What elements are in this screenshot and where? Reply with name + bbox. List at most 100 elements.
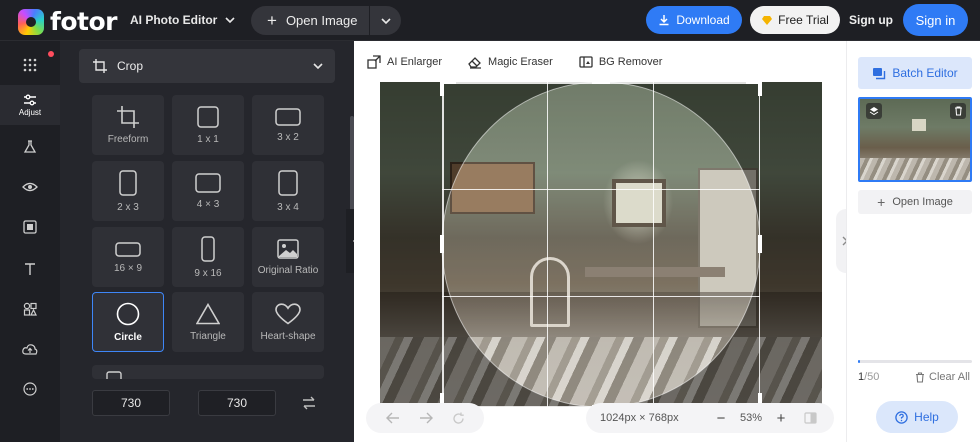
download-button[interactable]: Download bbox=[646, 6, 742, 34]
layers-button[interactable] bbox=[866, 103, 882, 119]
zoom-in-button[interactable]: + bbox=[770, 410, 792, 427]
image-count: 1/50 bbox=[858, 371, 879, 383]
plus-icon: + bbox=[267, 11, 277, 30]
landscape-rect-icon bbox=[195, 172, 221, 193]
preset-label: Original Ratio bbox=[257, 264, 319, 276]
preset-3x2[interactable]: 3 x 2 bbox=[252, 95, 324, 155]
help-button[interactable]: Help bbox=[876, 401, 958, 433]
open-image-dropdown[interactable] bbox=[370, 16, 401, 26]
square-icon bbox=[197, 105, 219, 128]
eraser-icon bbox=[468, 57, 482, 69]
rail-templates[interactable] bbox=[0, 47, 60, 83]
preset-9x16[interactable]: 9 x 16 bbox=[172, 227, 244, 287]
preset-freeform[interactable]: Freeform bbox=[92, 95, 164, 155]
clear-all-button[interactable]: Clear All bbox=[915, 371, 970, 383]
logo-text: fotor bbox=[50, 7, 118, 36]
preset-circle[interactable]: Circle bbox=[92, 292, 164, 352]
thumbnail-debris bbox=[860, 158, 970, 180]
crop-handle-right[interactable] bbox=[758, 235, 762, 253]
crop-handle-top-left[interactable] bbox=[440, 82, 444, 96]
help-icon bbox=[895, 410, 908, 424]
right-panel: Batch Editor + Open Image 1/50 Clear All… bbox=[846, 41, 980, 442]
magic-eraser-label: Magic Eraser bbox=[488, 56, 553, 68]
quick-tools: AI Enlarger Magic Eraser BG Remover bbox=[367, 55, 688, 69]
rail-more[interactable] bbox=[0, 371, 60, 407]
reset-icon[interactable] bbox=[452, 412, 465, 425]
preset-2x3[interactable]: 2 x 3 bbox=[92, 161, 164, 221]
crop-dropdown-label: Crop bbox=[117, 59, 144, 73]
image-thumbnail[interactable] bbox=[858, 97, 972, 182]
portrait-rect-icon bbox=[278, 169, 298, 196]
free-trial-button[interactable]: Free Trial bbox=[750, 6, 840, 34]
diamond-icon bbox=[762, 15, 773, 25]
open-image-button[interactable]: + Open Image bbox=[251, 6, 369, 35]
preset-1x1[interactable]: 1 x 1 bbox=[172, 95, 244, 155]
zoom-level[interactable]: 53% bbox=[732, 412, 770, 424]
trash-icon bbox=[916, 371, 924, 383]
rail-beauty[interactable] bbox=[0, 169, 60, 205]
wide-rect-icon bbox=[115, 241, 141, 257]
open-image-label: Open Image bbox=[285, 13, 358, 28]
text-icon bbox=[25, 263, 35, 275]
crop-width-input[interactable] bbox=[92, 390, 170, 416]
crop-handle-top[interactable] bbox=[592, 82, 610, 84]
magic-eraser-button[interactable]: Magic Eraser bbox=[468, 55, 553, 69]
rail-text[interactable] bbox=[0, 251, 60, 287]
sign-up-link[interactable]: Sign up bbox=[849, 13, 893, 27]
zoom-out-button[interactable]: − bbox=[710, 410, 732, 427]
layers-icon bbox=[869, 107, 879, 116]
ai-enlarger-button[interactable]: AI Enlarger bbox=[367, 55, 442, 69]
crop-dropdown[interactable]: Crop bbox=[79, 49, 335, 83]
photo-canvas[interactable] bbox=[380, 82, 822, 407]
fotor-logo-icon bbox=[18, 8, 44, 35]
help-label: Help bbox=[914, 410, 939, 424]
enlarge-icon bbox=[367, 55, 381, 69]
crop-handle-left[interactable] bbox=[440, 235, 444, 253]
sliders-icon bbox=[24, 94, 36, 105]
crop-frame[interactable] bbox=[440, 82, 762, 407]
compare-icon[interactable] bbox=[804, 412, 817, 424]
swap-icon[interactable] bbox=[302, 396, 316, 410]
batch-editor-label: Batch Editor bbox=[892, 66, 958, 80]
crop-grid-line bbox=[442, 296, 760, 297]
bg-remover-button[interactable]: BG Remover bbox=[579, 55, 662, 69]
crop-handle-top-right[interactable] bbox=[758, 82, 762, 96]
grid-dots-icon bbox=[23, 58, 37, 72]
preset-16x9[interactable]: 16 × 9 bbox=[92, 227, 164, 287]
rail-adjust[interactable]: Adjust bbox=[0, 85, 60, 125]
preset-original-ratio[interactable]: Original Ratio bbox=[252, 227, 324, 287]
delete-image-button[interactable] bbox=[950, 103, 966, 119]
app-switcher-label: AI Photo Editor bbox=[130, 13, 218, 27]
app-switcher[interactable]: AI Photo Editor bbox=[130, 13, 235, 27]
preset-3x4[interactable]: 3 x 4 bbox=[252, 161, 324, 221]
cloud-upload-icon bbox=[22, 344, 38, 355]
fotor-logo[interactable]: fotor bbox=[18, 7, 118, 36]
image-count-progress-fill bbox=[858, 360, 861, 363]
image-count-total: /50 bbox=[864, 371, 880, 383]
open-image-secondary-label: Open Image bbox=[892, 196, 953, 208]
preset-label: 9 x 16 bbox=[194, 267, 222, 279]
rail-elements[interactable] bbox=[0, 291, 60, 327]
preset-row-partial[interactable] bbox=[92, 365, 324, 379]
rail-effects[interactable] bbox=[0, 129, 60, 165]
rail-uploads[interactable] bbox=[0, 331, 60, 367]
crop-height-input[interactable] bbox=[198, 390, 276, 416]
preset-label: 2 x 3 bbox=[117, 201, 139, 213]
rail-adjust-label: Adjust bbox=[18, 107, 42, 117]
batch-editor-button[interactable]: Batch Editor bbox=[858, 57, 972, 89]
preset-heart-shape[interactable]: Heart-shape bbox=[252, 292, 324, 352]
undo-icon[interactable] bbox=[385, 412, 400, 424]
preset-triangle[interactable]: Triangle bbox=[172, 292, 244, 352]
image-size-readout: 1024px × 768px bbox=[600, 412, 679, 424]
redo-icon[interactable] bbox=[419, 412, 433, 424]
sign-in-button[interactable]: Sign in bbox=[903, 4, 968, 36]
chevron-down-icon bbox=[313, 63, 323, 70]
preset-4x3[interactable]: 4 × 3 bbox=[172, 161, 244, 221]
rail-frames[interactable] bbox=[0, 209, 60, 245]
circle-icon bbox=[116, 302, 140, 325]
open-image-secondary-button[interactable]: + Open Image bbox=[858, 190, 972, 214]
heart-icon bbox=[275, 302, 301, 324]
crop-panel: Crop Freeform 1 x 1 3 x 2 2 x 3 4 × 3 3 … bbox=[60, 41, 354, 442]
preset-label: 16 × 9 bbox=[113, 262, 143, 274]
preset-label: Circle bbox=[114, 331, 142, 343]
